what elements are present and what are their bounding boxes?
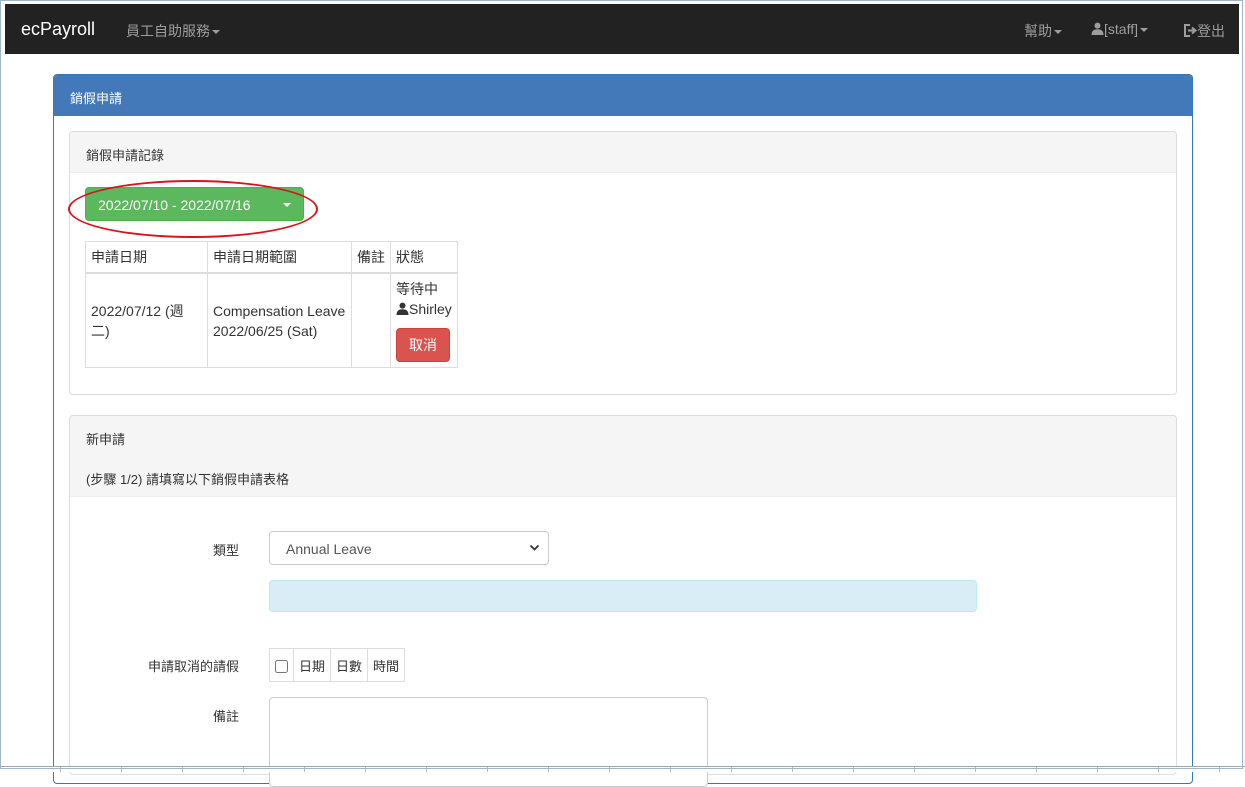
leave-range-cell: Compensation Leave 2022/06/25 (Sat) <box>207 272 352 368</box>
logout-label: 登出 <box>1197 23 1225 39</box>
column-header: 備註 <box>351 241 391 274</box>
nav-help-menu[interactable]: 幫助 <box>1024 21 1062 41</box>
logout-link[interactable]: 登出 <box>1183 21 1225 41</box>
brand-logo[interactable]: ecPayroll <box>21 19 95 40</box>
chevron-down-icon <box>283 203 291 207</box>
apply-date-cell: 2022/07/12 (週二) <box>85 272 208 368</box>
leave-date: 2022/06/25 (Sat) <box>213 322 318 339</box>
panel-title: 銷假申請 <box>70 91 123 106</box>
leave-type: Compensation Leave <box>213 302 346 319</box>
select-all-cell <box>269 648 294 682</box>
approver: Shirley <box>396 299 452 319</box>
user-icon <box>1091 22 1104 35</box>
select-all-checkbox[interactable] <box>275 659 288 673</box>
records-table: 申請日期 申請日期範圍 備註 狀態 2022/07/12 (週二) Compen… <box>85 241 458 368</box>
records-title: 銷假申請記錄 <box>86 148 165 163</box>
column-header: 日數 <box>330 648 369 682</box>
remark-cell <box>351 272 391 368</box>
nav-help-label: 幫助 <box>1024 23 1052 39</box>
date-range-label: 2022/07/10 - 2022/07/16 <box>98 197 251 213</box>
nav-user-menu[interactable]: [staff] <box>1091 21 1148 37</box>
table-header-row: 日期 日數 時間 <box>269 648 406 682</box>
leave-info-box <box>269 580 977 612</box>
top-navbar: ecPayroll 員工自助服務 幫助 [staff] 登出 <box>5 4 1239 54</box>
window-bottom-edge <box>0 766 1245 772</box>
records-panel-header: 銷假申請記錄 <box>70 132 1176 173</box>
new-request-header: 新申請 (步驟 1/2) 請填寫以下銷假申請表格 <box>70 416 1176 497</box>
column-header: 狀態 <box>390 241 458 274</box>
chevron-down-icon <box>212 30 220 35</box>
table-row: 2022/07/12 (週二) Compensation Leave 2022/… <box>85 272 458 368</box>
chevron-down-icon <box>529 544 540 551</box>
chevron-down-icon <box>1054 30 1062 35</box>
cancel-request-button[interactable]: 取消 <box>396 328 450 362</box>
nav-user-label: [staff] <box>1104 21 1138 37</box>
status-text: 等待中 <box>396 281 438 297</box>
step-instructions: (步驟 1/2) 請填寫以下銷假申請表格 <box>86 472 289 487</box>
leave-type-select[interactable]: Annual Leave <box>269 531 549 565</box>
cancel-leave-table: 日期 日數 時間 <box>269 648 406 682</box>
date-range-dropdown[interactable]: 2022/07/10 - 2022/07/16 <box>85 187 304 221</box>
column-header: 申請日期範圍 <box>207 241 352 274</box>
nav-self-service-label: 員工自助服務 <box>126 23 210 39</box>
panel-header: 銷假申請 <box>54 75 1192 116</box>
column-header: 申請日期 <box>85 241 208 274</box>
new-request-title: 新申請 <box>86 432 126 447</box>
table-header-row: 申請日期 申請日期範圍 備註 狀態 <box>85 241 458 274</box>
user-icon <box>396 302 409 315</box>
leave-type-value: Annual Leave <box>286 541 372 557</box>
nav-self-service-menu[interactable]: 員工自助服務 <box>126 21 220 41</box>
column-header: 日期 <box>292 648 332 682</box>
status-cell: 等待中 Shirley 取消 <box>390 272 458 368</box>
remark-label: 備註 <box>212 709 239 724</box>
logout-icon <box>1184 24 1198 37</box>
remark-textarea[interactable] <box>269 697 708 787</box>
column-header: 時間 <box>367 648 406 682</box>
cancel-leave-label: 申請取消的請假 <box>147 659 239 674</box>
type-label: 類型 <box>212 543 239 558</box>
chevron-down-icon <box>1139 28 1148 33</box>
approver-name: Shirley <box>409 301 452 317</box>
